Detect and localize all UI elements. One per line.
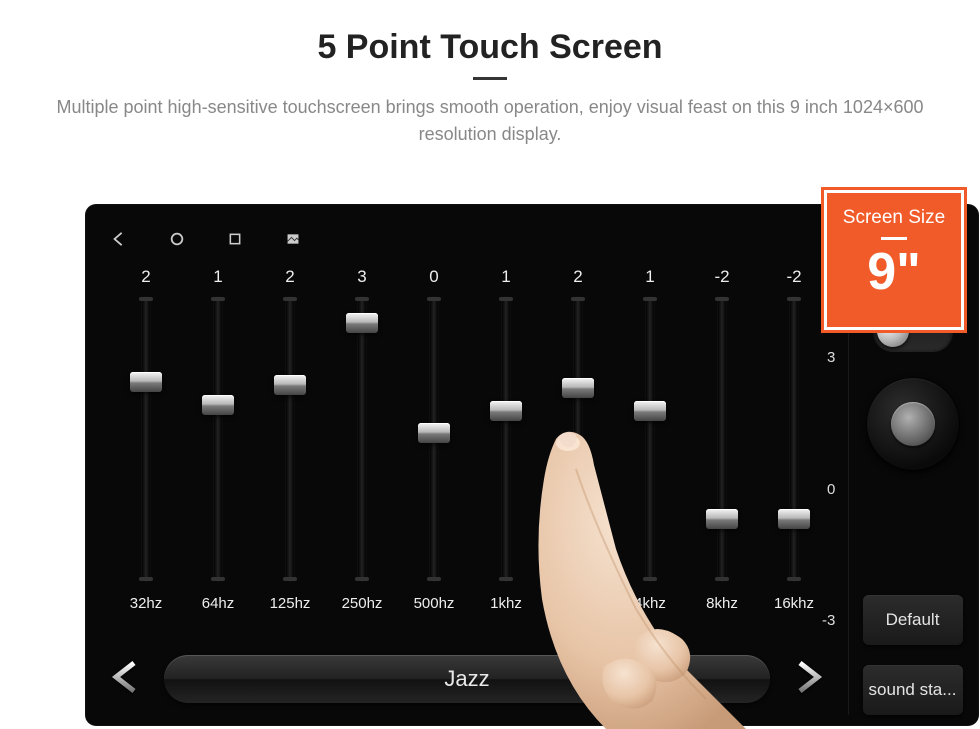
eq-slider[interactable] — [646, 297, 654, 581]
eq-band-value: -2 — [714, 263, 729, 291]
eq-slider-thumb[interactable] — [418, 423, 450, 443]
title-underline — [473, 77, 507, 80]
eq-band: 1 64hz — [182, 263, 254, 623]
badge-underline — [881, 237, 907, 240]
eq-band-freq: 2khz — [562, 595, 594, 623]
sound-stage-button[interactable]: sound sta... — [863, 665, 963, 715]
eq-band-value: 1 — [213, 263, 222, 291]
eq-slider-thumb[interactable] — [562, 378, 594, 398]
eq-slider[interactable] — [358, 297, 366, 581]
equalizer-panel: 2 32hz 1 64hz 2 125hz 3 250hz 0 500hz 1 1khz 2 2khz 1 4… — [110, 263, 830, 713]
eq-slider-thumb[interactable] — [346, 313, 378, 333]
eq-band-freq: 64hz — [202, 595, 235, 623]
eq-band: 3 250hz — [326, 263, 398, 623]
eq-band-freq: 500hz — [414, 595, 455, 623]
eq-slider[interactable] — [718, 297, 726, 581]
page-subtitle: Multiple point high-sensitive touchscree… — [40, 94, 940, 148]
preset-next-button[interactable] — [786, 659, 830, 700]
eq-slider[interactable] — [142, 297, 150, 581]
back-icon[interactable] — [110, 230, 128, 248]
badge-label: Screen Size — [827, 207, 961, 229]
eq-band: 0 500hz — [398, 263, 470, 623]
eq-band: -2 8khz — [686, 263, 758, 623]
eq-band-freq: 8khz — [706, 595, 738, 623]
scale-max: 3 — [822, 349, 835, 366]
eq-band: 2 32hz — [110, 263, 182, 623]
eq-band-freq: 16khz — [774, 595, 814, 623]
page-title: 5 Point Touch Screen — [40, 28, 940, 67]
side-panel: Default sound sta... — [848, 263, 978, 715]
home-icon[interactable] — [168, 230, 186, 248]
eq-band-value: 2 — [285, 263, 294, 291]
eq-band-freq: 32hz — [130, 595, 163, 623]
eq-band-freq: 4khz — [634, 595, 666, 623]
eq-band-value: -2 — [786, 263, 801, 291]
eq-slider-thumb[interactable] — [706, 509, 738, 529]
eq-band: 1 1khz — [470, 263, 542, 623]
preset-prev-button[interactable] — [104, 659, 148, 700]
eq-slider[interactable] — [214, 297, 222, 581]
eq-slider[interactable] — [790, 297, 798, 581]
screen-size-badge: Screen Size 9" — [824, 190, 964, 330]
eq-band-value: 1 — [501, 263, 510, 291]
preset-selector[interactable]: Jazz — [164, 655, 770, 703]
eq-slider-thumb[interactable] — [274, 375, 306, 395]
eq-band-value: 2 — [141, 263, 150, 291]
eq-band: 1 4khz — [614, 263, 686, 623]
eq-band: 2 2khz — [542, 263, 614, 623]
eq-slider-thumb[interactable] — [202, 395, 234, 415]
eq-band-value: 2 — [573, 263, 582, 291]
eq-slider-thumb[interactable] — [778, 509, 810, 529]
scale-min: -3 — [822, 612, 835, 629]
eq-slider[interactable] — [430, 297, 438, 581]
eq-scale: 3 0 -3 — [822, 349, 835, 629]
eq-slider-thumb[interactable] — [634, 401, 666, 421]
eq-band: 2 125hz — [254, 263, 326, 623]
eq-band-freq: 125hz — [270, 595, 311, 623]
eq-slider-thumb[interactable] — [130, 372, 162, 392]
eq-slider[interactable] — [574, 297, 582, 581]
preset-row: Jazz — [104, 651, 830, 707]
badge-value: 9" — [827, 246, 961, 298]
default-button[interactable]: Default — [863, 595, 963, 645]
eq-slider[interactable] — [502, 297, 510, 581]
eq-band: -2 16khz — [758, 263, 830, 623]
eq-band-freq: 1khz — [490, 595, 522, 623]
eq-band-value: 1 — [645, 263, 654, 291]
gallery-icon[interactable] — [284, 230, 302, 248]
dial-knob — [891, 402, 935, 446]
eq-slider-thumb[interactable] — [490, 401, 522, 421]
scale-mid: 0 — [822, 481, 835, 498]
volume-dial[interactable] — [866, 377, 960, 471]
preset-label: Jazz — [444, 666, 489, 692]
eq-band-value: 0 — [429, 263, 438, 291]
eq-slider[interactable] — [286, 297, 294, 581]
eq-band-freq: 250hz — [342, 595, 383, 623]
recent-apps-icon[interactable] — [226, 230, 244, 248]
eq-band-value: 3 — [357, 263, 366, 291]
